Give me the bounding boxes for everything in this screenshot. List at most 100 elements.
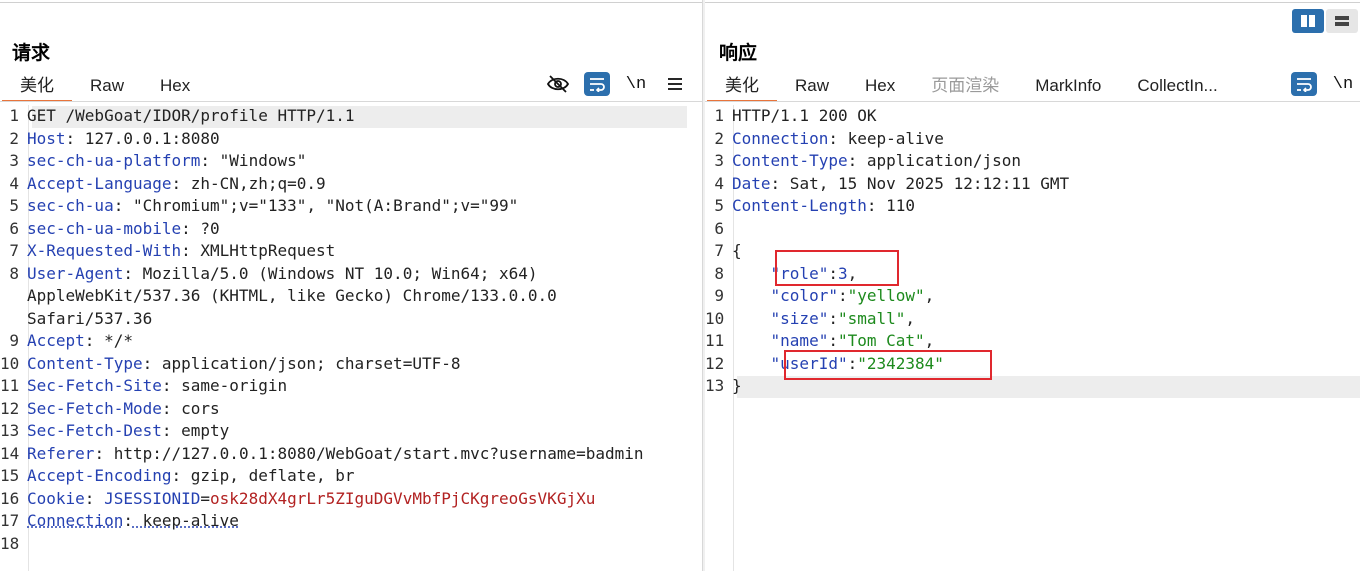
colon: : <box>123 263 133 283</box>
request-editor[interactable]: 1 GET /WebGoat/IDOR/profile HTTP/1.1 2 Host… <box>0 105 702 555</box>
line-number: 12 <box>705 353 725 373</box>
response-title: 响应 <box>719 43 758 64</box>
split-columns-icon[interactable] <box>1292 9 1324 33</box>
code-line: 3 sec-ch-ua-platform: "Windows" <box>0 150 702 173</box>
header-name: Accept <box>27 331 85 350</box>
line-number <box>0 285 27 308</box>
single-view-icon[interactable] <box>1326 9 1358 33</box>
line-number: 5 <box>714 196 724 215</box>
line-number: 12 <box>0 398 20 418</box>
tab-request-2[interactable]: Hex <box>142 72 208 100</box>
json-value: "Tom Cat" <box>837 331 925 350</box>
code-text: Connection: keep-alive <box>27 510 239 533</box>
code-text: "color":"yellow", <box>732 285 935 308</box>
request-line: GET /WebGoat/IDOR/profile HTTP/1.1 <box>27 106 355 125</box>
header-value: Safari/537.36 <box>27 308 153 328</box>
line-number: 4 <box>9 173 19 193</box>
line-number: 4 <box>714 173 724 193</box>
tab-response-2[interactable]: Hex <box>847 72 913 100</box>
header-value: same-origin <box>171 376 288 395</box>
code-line: 10 Content-Type: application/json; charse… <box>0 353 702 376</box>
cookie-eq: = <box>200 488 211 508</box>
header-name: User-Agent <box>27 263 124 283</box>
code-text: Accept: */* <box>27 330 133 353</box>
code-line: 10 "size":"small", <box>705 308 1360 331</box>
code-text: sec-ch-ua-platform: "Windows" <box>27 150 306 173</box>
code-text: sec-ch-ua: "Chromium";v="133", "Not(A:Br… <box>27 195 518 218</box>
line-number: 17 <box>0 511 20 530</box>
code-line: 1 GET /WebGoat/IDOR/profile HTTP/1.1 <box>0 105 702 128</box>
colon: : <box>171 466 182 485</box>
tab-request-0[interactable]: 美化 <box>2 72 72 102</box>
line-number: 3 <box>714 151 724 170</box>
code-line: 16 Cookie: JSESSIONID=osk28dX4grLr5ZIguDG… <box>0 488 702 511</box>
colon: : <box>770 173 781 193</box>
header-name: Connection <box>27 511 124 530</box>
header-value: 127.0.0.1:8080 <box>75 128 220 148</box>
hamburger-menu-icon[interactable] <box>661 71 689 97</box>
eye-off-icon[interactable] <box>544 71 572 97</box>
header-name: Host <box>27 128 66 148</box>
code-line: 8 User-Agent: Mozilla/5.0 (Windows NT 10.… <box>0 263 702 286</box>
status-line: HTTP/1.1 200 OK <box>732 106 877 125</box>
json-brace: { <box>732 241 742 260</box>
tab-response-5[interactable]: CollectIn... <box>1119 72 1235 100</box>
code-line: 1 HTTP/1.1 200 OK <box>705 105 1360 128</box>
code-line: 4 Date: Sat, 15 Nov 2025 12:12:11 GMT <box>705 173 1360 196</box>
response-tabs-divider <box>705 101 1360 102</box>
code-text: Host: 127.0.0.1:8080 <box>27 128 220 151</box>
header-name: Accept-Language <box>27 173 172 193</box>
header-value: keep-alive <box>132 511 239 530</box>
code-text: Referer: http://127.0.0.1:8080/WebGoat/s… <box>27 443 644 466</box>
colon: : <box>828 331 838 350</box>
json-key: "color" <box>770 286 838 305</box>
wrap-lines-icon[interactable] <box>584 72 610 96</box>
colon: : <box>181 218 191 238</box>
json-comma: , <box>924 331 935 350</box>
code-text: } <box>732 375 742 398</box>
header-value: */* <box>94 331 133 350</box>
line-number: 5 <box>9 196 19 215</box>
code-line: 3 Content-Type: application/json <box>705 150 1360 173</box>
line-number: 1 <box>9 106 19 125</box>
request-pane: 请求 美化 Raw Hex \n 1 GET /WebGoat/IDOR/profil… <box>0 0 702 571</box>
newline-toggle[interactable]: \n <box>1329 71 1357 97</box>
code-text: sec-ch-ua-mobile: ?0 <box>27 218 220 241</box>
colon: : <box>171 173 182 193</box>
line-number: 3 <box>9 151 19 170</box>
header-value: empty <box>171 421 230 440</box>
colon: : <box>65 128 76 148</box>
header-value: application/json <box>857 151 1021 170</box>
tab-response-4[interactable]: MarkInfo <box>1017 72 1119 100</box>
code-line: 6 <box>705 218 1360 241</box>
newline-toggle[interactable]: \n <box>622 71 650 97</box>
code-text: Accept-Language: zh-CN,zh;q=0.9 <box>27 173 326 196</box>
code-line: 11 Sec-Fetch-Site: same-origin <box>0 375 702 398</box>
code-text: "size":"small", <box>732 308 916 331</box>
code-line: 2 Connection: keep-alive <box>705 128 1360 151</box>
line-number: 9 <box>9 331 19 350</box>
header-name: Referer <box>27 443 95 463</box>
line-number: 8 <box>714 263 724 283</box>
header-name: X-Requested-With <box>27 241 182 260</box>
header-value: 110 <box>876 196 916 215</box>
code-line: 12 Sec-Fetch-Mode: cors <box>0 398 702 421</box>
code-text: Content-Length: 110 <box>732 195 915 218</box>
cookie-name: JSESSIONID <box>104 488 201 508</box>
header-name: Cookie <box>27 488 85 508</box>
tab-response-0[interactable]: 美化 <box>707 72 777 102</box>
line-number: 10 <box>0 353 20 373</box>
tab-response-1[interactable]: Raw <box>777 72 847 100</box>
tab-response-3[interactable]: 页面渲染 <box>913 72 1017 100</box>
line-number: 6 <box>9 218 19 238</box>
header-value: http://127.0.0.1:8080/WebGoat/start.mvc?… <box>104 443 644 463</box>
wrap-lines-icon[interactable] <box>1291 72 1317 96</box>
colon: : <box>200 151 211 170</box>
line-number: 7 <box>714 241 724 260</box>
code-line: 7 X-Requested-With: XMLHttpRequest <box>0 240 702 263</box>
cookie-value: osk28dX4grLr5ZIguDGVvMbfPjCKgreoGsVKGjXu <box>210 488 596 508</box>
tab-request-1[interactable]: Raw <box>72 72 142 100</box>
